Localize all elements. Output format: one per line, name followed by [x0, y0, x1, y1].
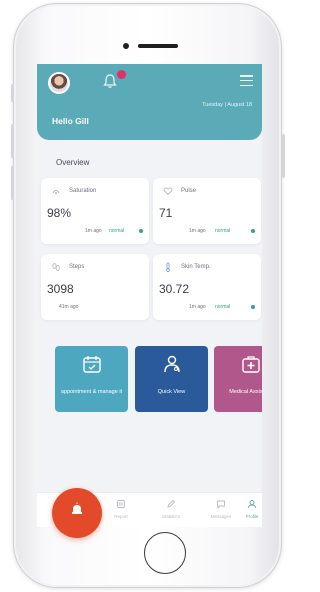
card-value: 71: [159, 206, 173, 220]
card-label: Pulse: [181, 188, 197, 194]
volume-up-button: [11, 124, 14, 158]
steps-card[interactable]: Steps 3098 41m ago: [41, 254, 149, 320]
card-label: Skin Temp.: [181, 264, 211, 270]
thermometer-icon: [166, 262, 170, 272]
quick-view-tile[interactable]: Quick View: [135, 346, 208, 412]
appointment-tile[interactable]: appointment & manage it: [55, 346, 128, 412]
heart-icon: [163, 187, 173, 196]
status-badge: normal: [215, 228, 231, 234]
card-value: 98%: [47, 206, 72, 220]
greeting: Hello Gill: [52, 116, 89, 126]
card-time: 1m ago: [189, 228, 206, 234]
mute-switch: [11, 84, 14, 102]
card-value: 3098: [47, 282, 74, 296]
bell-icon[interactable]: [102, 73, 118, 89]
medical-assistant-tile[interactable]: Medical Assistant: [214, 346, 262, 412]
tile-label: Quick View: [157, 389, 186, 395]
volume-down-button: [11, 166, 14, 200]
home-button[interactable]: [144, 532, 186, 574]
pulse-card[interactable]: Pulse 71 1m ago normal: [153, 178, 261, 244]
nav-item-profile[interactable]: Profile: [240, 499, 262, 519]
earpiece-speaker: [138, 44, 178, 48]
doctor-icon: [164, 355, 180, 373]
tile-label: appointment & manage it: [60, 389, 123, 395]
menu-icon[interactable]: [240, 75, 253, 86]
status-dot: [139, 229, 143, 233]
skin-temp-card[interactable]: Skin Temp. 30.72 1m ago normal: [153, 254, 261, 320]
header: Tuesday | August 18 Hello Gill: [37, 64, 262, 140]
nav-label: Messages: [210, 514, 232, 519]
nav-item-statistics[interactable]: Statistics: [151, 499, 191, 519]
card-value: 30.72: [159, 282, 190, 296]
status-dot: [251, 229, 255, 233]
report-icon: [117, 500, 125, 508]
nav-label: Report: [114, 514, 128, 519]
saturation-card[interactable]: Saturation 98% 1m ago normal: [41, 178, 149, 244]
card-time: 1m ago: [85, 228, 102, 234]
alert-icon: [72, 502, 82, 514]
phone-frame: Tuesday | August 18 Hello Gill Overview …: [11, 3, 285, 588]
calendar-icon: [83, 356, 101, 373]
nav-label: Profile: [245, 514, 259, 519]
edit-icon: [167, 499, 176, 508]
nav-item-messages[interactable]: Messages: [201, 499, 241, 519]
card-time: 41m ago: [59, 304, 79, 310]
power-button: [282, 134, 285, 178]
chat-icon: [217, 500, 225, 509]
tile-label: Medical Assistant: [229, 389, 262, 395]
steps-icon: [52, 263, 60, 271]
card-time: 1m ago: [189, 304, 206, 310]
status-badge: normal: [215, 304, 231, 310]
medical-kit-icon: [242, 356, 260, 373]
card-label: Saturation: [69, 188, 97, 194]
status-badge: normal: [109, 228, 125, 234]
avatar[interactable]: [48, 72, 70, 94]
saturation-icon: [52, 190, 60, 194]
date-label: Tuesday | August 18: [202, 102, 252, 108]
section-title: Overview: [56, 158, 90, 167]
profile-icon: [248, 500, 256, 509]
status-dot: [251, 305, 255, 309]
front-camera: [123, 43, 129, 49]
nav-item-report[interactable]: Report: [101, 499, 141, 519]
notification-badge: [117, 70, 126, 79]
nav-label: Statistics: [161, 514, 180, 519]
sos-button[interactable]: [52, 488, 102, 538]
card-label: Steps: [69, 264, 85, 270]
app-screen: Tuesday | August 18 Hello Gill Overview …: [37, 64, 262, 527]
